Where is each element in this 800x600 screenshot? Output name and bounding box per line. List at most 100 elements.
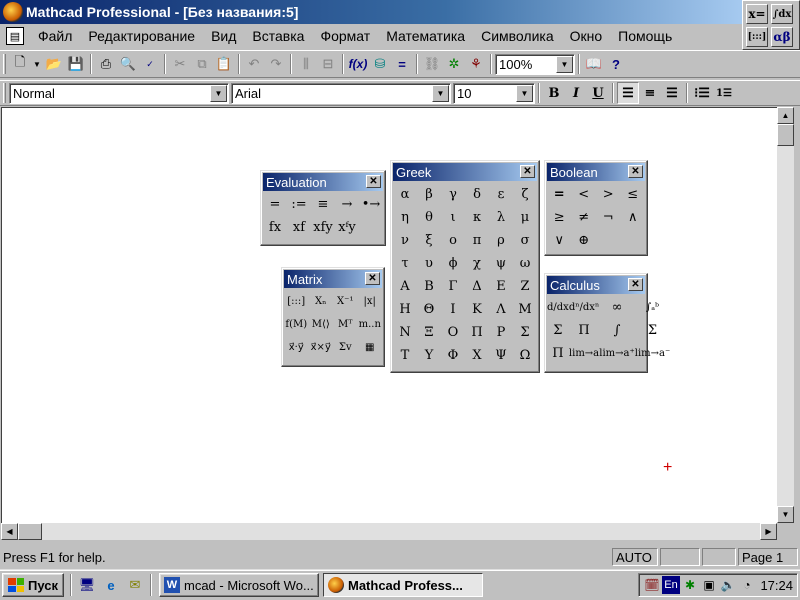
greek-letter-button[interactable]: Μ (513, 298, 537, 321)
greek-letter-button[interactable]: ζ (513, 183, 537, 206)
calculus-toolbar-button[interactable]: ∫dx (771, 4, 793, 24)
greek-letter-button[interactable]: ι (441, 206, 465, 229)
matrix-picture-button[interactable]: ▦ (358, 336, 383, 359)
mathcad-app-icon[interactable] (3, 2, 23, 22)
greek-letter-button[interactable]: τ (393, 252, 417, 275)
evaluation-global-define-button[interactable]: ≡ (311, 193, 335, 216)
greek-letter-button[interactable]: η (393, 206, 417, 229)
greek-letter-button[interactable]: μ (513, 206, 537, 229)
greek-letter-button[interactable]: γ (441, 183, 465, 206)
menu-help[interactable]: Помощь (610, 28, 680, 44)
evaluation-define-button[interactable]: := (287, 193, 311, 216)
greek-letter-button[interactable]: Χ (465, 344, 489, 367)
greek-letter-button[interactable]: ε (489, 183, 513, 206)
chevron-down-icon[interactable]: ▼ (210, 84, 227, 102)
greek-letter-button[interactable]: δ (465, 183, 489, 206)
matrix-transpose-button[interactable]: Mᵀ (333, 313, 358, 336)
clock[interactable]: 17:24 (760, 578, 793, 593)
menu-window[interactable]: Окно (562, 28, 611, 44)
matrix-dot-product-button[interactable]: x⃗·y⃗ (284, 336, 309, 359)
italic-button[interactable]: I (565, 82, 587, 104)
show-desktop-icon[interactable]: 🖥 (77, 575, 97, 595)
matrix-palette-titlebar[interactable]: Matrix ✕ (284, 270, 382, 288)
bullet-list-icon[interactable]: ⁝☰ (691, 82, 713, 104)
matrix-column-button[interactable]: M⟨⟩ (309, 313, 334, 336)
calculus-nth-derivative-button[interactable]: dⁿ/dxⁿ (569, 296, 599, 319)
boolean-and-button[interactable]: ∧ (621, 206, 646, 229)
new-dropdown-icon[interactable]: ▼ (31, 53, 43, 75)
boolean-not-equal-button[interactable]: ≠ (572, 206, 597, 229)
bold-button[interactable]: B (543, 82, 565, 104)
new-document-icon[interactable]: 🗋 (9, 53, 31, 75)
greek-letter-button[interactable]: Ι (441, 298, 465, 321)
horizontal-scrollbar[interactable]: ◀ ▶ (1, 523, 777, 540)
start-button[interactable]: Пуск (2, 573, 64, 597)
greek-letter-button[interactable]: ψ (489, 252, 513, 275)
greek-letter-button[interactable]: Λ (489, 298, 513, 321)
greek-letter-button[interactable]: Φ (441, 344, 465, 367)
close-icon[interactable]: ✕ (366, 175, 381, 188)
title-bar[interactable]: Mathcad Professional - [Без названия:5] (0, 0, 742, 24)
matrix-subscript-button[interactable]: Xₙ (309, 290, 334, 313)
calculator-toolbar-button[interactable]: x= (746, 4, 768, 24)
undo-icon[interactable]: ↶ (243, 53, 265, 75)
menu-math[interactable]: Математика (378, 28, 473, 44)
matrix-vectorize-button[interactable]: f(M) (284, 313, 309, 336)
calculus-range-sum-button[interactable]: Σ (635, 319, 671, 342)
greek-letter-button[interactable]: ν (393, 229, 417, 252)
close-icon[interactable]: ✕ (628, 278, 643, 291)
menu-edit[interactable]: Редактирование (80, 28, 203, 44)
close-icon[interactable]: ✕ (628, 165, 643, 178)
chevron-down-icon[interactable]: ▼ (516, 84, 533, 102)
toolbar-grip[interactable] (3, 83, 6, 103)
vertical-scroll-thumb[interactable] (777, 124, 794, 146)
numbered-list-icon[interactable]: 1☰ (713, 82, 735, 104)
greek-toolbar-button[interactable]: αβ (771, 27, 793, 47)
vertical-scrollbar[interactable]: ▲ ▼ (777, 107, 794, 523)
font-size-select[interactable]: 10 ▼ (453, 82, 535, 104)
align-left-icon[interactable]: ☰ (617, 82, 639, 104)
greek-letter-button[interactable]: Ρ (489, 321, 513, 344)
taskbar-item-mathcad[interactable]: Mathcad Profess... (323, 573, 483, 597)
horizontal-scroll-thumb[interactable] (18, 523, 42, 540)
boolean-greater-equal-button[interactable]: ≥ (547, 206, 572, 229)
chevron-down-icon[interactable]: ▼ (432, 84, 449, 102)
scroll-left-icon[interactable]: ◀ (1, 523, 18, 540)
evaluation-keyword-symbolic-button[interactable]: •→ (359, 193, 383, 216)
greek-letter-button[interactable]: Δ (465, 275, 489, 298)
greek-letter-button[interactable]: Ξ (417, 321, 441, 344)
boolean-equal-button[interactable]: = (547, 183, 572, 206)
greek-letter-button[interactable]: Ζ (513, 275, 537, 298)
scroll-up-icon[interactable]: ▲ (777, 107, 794, 124)
help-icon[interactable]: ? (605, 53, 627, 75)
greek-letter-button[interactable]: Σ (513, 321, 537, 344)
internet-explorer-icon[interactable]: e (101, 575, 121, 595)
boolean-less-button[interactable]: < (572, 183, 597, 206)
align-center-icon[interactable]: ≡ (639, 82, 661, 104)
greek-letter-button[interactable]: Ν (393, 321, 417, 344)
greek-letter-button[interactable]: Ο (441, 321, 465, 344)
cut-icon[interactable]: ✂ (169, 53, 191, 75)
greek-letter-button[interactable]: Η (393, 298, 417, 321)
save-icon[interactable]: 💾 (65, 53, 87, 75)
underline-button[interactable]: U (587, 82, 609, 104)
boolean-palette-titlebar[interactable]: Boolean ✕ (547, 163, 645, 181)
greek-letter-button[interactable]: χ (465, 252, 489, 275)
calculus-indefinite-integral-button[interactable]: ∫ (599, 319, 635, 342)
resource-center-icon[interactable]: 📖 (583, 53, 605, 75)
calculus-right-limit-button[interactable]: lim→a⁺ (599, 342, 635, 365)
evaluation-symbolic-button[interactable]: → (335, 193, 359, 216)
matrix-insert-button[interactable]: [:::] (284, 290, 309, 313)
calculus-left-limit-button[interactable]: lim→a⁻ (635, 342, 671, 365)
evaluation-prefix-button[interactable]: fx (263, 216, 287, 239)
insert-unit-icon[interactable]: ⛁ (369, 53, 391, 75)
menu-view[interactable]: Вид (203, 28, 244, 44)
boolean-less-equal-button[interactable]: ≤ (621, 183, 646, 206)
calculus-definite-integral-button[interactable]: ∫ₐᵇ (635, 296, 671, 319)
greek-letter-button[interactable]: Β (417, 275, 441, 298)
calculate-icon[interactable]: = (391, 53, 413, 75)
paste-icon[interactable]: 📋 (213, 53, 235, 75)
greek-letter-button[interactable]: ρ (489, 229, 513, 252)
matrix-cross-product-button[interactable]: x⃗×y⃗ (309, 336, 334, 359)
calculus-range-product-button[interactable]: Π (547, 342, 569, 365)
